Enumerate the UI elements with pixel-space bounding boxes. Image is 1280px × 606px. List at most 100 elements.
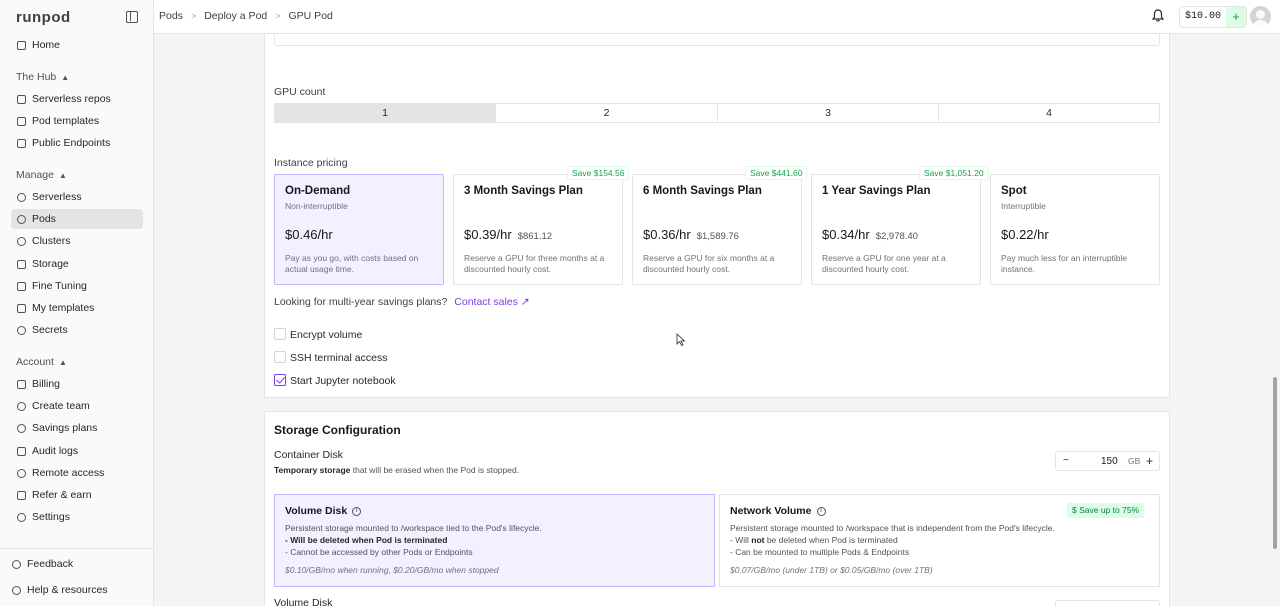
sidebar-item-my-templates[interactable]: My templates — [11, 298, 143, 318]
volume-disk-card[interactable]: Volume Disk i Persistent storage mounted … — [274, 494, 715, 587]
sidebar-item-pod-templates[interactable]: Pod templates — [11, 111, 143, 131]
previous-field — [274, 34, 1160, 46]
breadcrumb-pods[interactable]: Pods — [159, 10, 183, 22]
breadcrumb: Pods > Deploy a Pod > GPU Pod — [159, 10, 333, 22]
encrypt-volume-label: Encrypt volume — [290, 329, 363, 341]
container-disk-stepper[interactable]: − 150 GB + — [1055, 451, 1160, 471]
chevron-up-icon: ▲ — [61, 72, 70, 82]
plan-title: Spot — [1001, 185, 1027, 197]
jupyter-label: Start Jupyter notebook — [290, 375, 396, 387]
sidebar-item-refer-earn[interactable]: Refer & earn — [11, 485, 143, 505]
volume-disk-title: Volume Disk — [285, 505, 348, 517]
runpod-logo[interactable]: runpod — [16, 9, 71, 26]
balance-widget[interactable]: $10.00 + — [1179, 6, 1248, 28]
remote-icon — [17, 468, 26, 478]
gpu-count-option-1[interactable]: 1 — [274, 103, 496, 123]
info-icon[interactable]: i — [816, 506, 826, 516]
plan-desc: Reserve a GPU for three months at a disc… — [464, 253, 605, 274]
sidebar-item-clusters[interactable]: Clusters — [11, 231, 143, 251]
chevron-right-icon: > — [275, 11, 281, 21]
plan-title: 6 Month Savings Plan — [643, 185, 762, 197]
container-disk-unit: GB — [1128, 456, 1141, 466]
info-icon[interactable]: i — [352, 506, 362, 516]
sidebar-footer — [0, 548, 154, 549]
storage-title: Storage Configuration — [274, 423, 401, 437]
plan-card-on-demand[interactable]: On-Demand Non-interruptible $0.46/hr Pay… — [274, 174, 444, 285]
sidebar-item-pods[interactable]: Pods — [11, 209, 143, 229]
gpu-count-option-2[interactable]: 2 — [495, 103, 718, 123]
help-link[interactable]: Help & resources — [6, 580, 138, 600]
plan-title: 3 Month Savings Plan — [464, 185, 583, 197]
ssh-access-checkbox[interactable] — [274, 351, 286, 363]
sidebar-item-public-endpoints[interactable]: Public Endpoints — [11, 133, 143, 153]
sidebar-item-savings-plans[interactable]: Savings plans — [11, 418, 143, 438]
plan-card-1-year[interactable]: 1 Year Savings Plan $0.34/hr $2,978.40 Re… — [811, 174, 981, 285]
sidebar-item-remote-access[interactable]: Remote access — [11, 463, 143, 483]
sidebar-item-serverless[interactable]: Serverless — [11, 187, 143, 207]
plan-desc: Pay as you go, with costs based on actua… — [285, 253, 419, 274]
section-account[interactable]: Account ▲ — [16, 356, 67, 368]
jupyter-checkbox[interactable] — [274, 374, 286, 386]
network-volume-title: Network Volume — [730, 505, 812, 517]
decrement-button[interactable]: − — [1063, 455, 1069, 466]
external-link-icon: ↗ — [520, 296, 530, 308]
cluster-icon — [17, 236, 26, 246]
multi-year-row: Looking for multi-year savings plans? Co… — [274, 296, 530, 308]
serverless-icon — [17, 192, 26, 202]
file-icon — [17, 303, 26, 313]
feedback-link[interactable]: Feedback — [6, 554, 138, 574]
section-manage[interactable]: Manage ▲ — [16, 169, 67, 181]
plan-card-6-month[interactable]: 6 Month Savings Plan $0.36/hr $1,589.76 R… — [632, 174, 802, 285]
increment-button[interactable]: + — [1146, 454, 1153, 468]
sidebar-item-home[interactable]: Home — [11, 35, 143, 55]
bell-icon[interactable] — [1152, 9, 1164, 22]
breadcrumb-deploy-pod[interactable]: Deploy a Pod — [204, 10, 267, 22]
scrollbar[interactable] — [1273, 377, 1277, 549]
section-the-hub[interactable]: The Hub ▲ — [16, 71, 69, 83]
savings-icon — [17, 423, 26, 433]
plan-total: $2,978.40 — [875, 231, 918, 242]
plan-price: $0.22/hr — [1001, 227, 1049, 242]
volume-disk-stepper[interactable] — [1055, 600, 1160, 606]
repo-icon — [17, 94, 26, 104]
plan-subtitle: Interruptible — [1001, 201, 1046, 211]
network-volume-desc: Persistent storage mounted to /workspace… — [730, 523, 1055, 533]
gift-icon — [17, 490, 26, 500]
sidebar-item-create-team[interactable]: Create team — [11, 396, 143, 416]
volume-disk-bullet-2: - Cannot be accessed by other Pods or En… — [285, 547, 473, 557]
plan-price: $0.46/hr — [285, 227, 333, 242]
volume-disk-bottom-label: Volume Disk — [274, 597, 333, 606]
plan-price: $0.39/hr $861.12 — [464, 227, 553, 242]
gpu-count-option-3[interactable]: 3 — [717, 103, 939, 123]
instance-pricing-label: Instance pricing — [274, 157, 348, 169]
encrypt-volume-checkbox[interactable] — [274, 328, 286, 340]
gpu-count-label: GPU count — [274, 86, 326, 98]
chevron-up-icon: ▲ — [58, 357, 67, 367]
user-plus-icon — [17, 401, 26, 411]
sidebar-item-settings[interactable]: Settings — [11, 507, 143, 527]
sidebar-item-storage[interactable]: Storage — [11, 254, 143, 274]
help-icon — [12, 585, 21, 595]
add-funds-button[interactable]: + — [1226, 7, 1247, 27]
plan-card-3-month[interactable]: 3 Month Savings Plan $0.39/hr $861.12 Res… — [453, 174, 623, 285]
avatar[interactable] — [1250, 6, 1271, 27]
sidebar-item-serverless-repos[interactable]: Serverless repos — [11, 89, 143, 109]
save-up-to-badge: $ Save up to 75% — [1067, 503, 1145, 518]
sidebar-item-fine-tuning[interactable]: Fine Tuning — [11, 276, 143, 296]
mouse-cursor-icon — [676, 333, 686, 347]
sidebar-item-audit-logs[interactable]: Audit logs — [11, 441, 143, 461]
save-badge-1-year: Save $1,051.20 — [919, 166, 989, 180]
sidebar-item-secrets[interactable]: Secrets — [11, 320, 143, 340]
plan-subtitle: Non-interruptible — [285, 201, 348, 211]
plan-card-spot[interactable]: Spot Interruptible $0.22/hr Pay much les… — [990, 174, 1160, 285]
volume-disk-desc: Persistent storage mounted to /workspace… — [285, 523, 542, 533]
sidebar-item-billing[interactable]: Billing — [11, 374, 143, 394]
home-icon — [17, 40, 26, 50]
sidebar: runpod Home The Hub ▲ Serverless repos Po… — [0, 0, 154, 606]
sidebar-collapse-icon[interactable] — [126, 11, 138, 23]
save-badge-6-month: Save $441.60 — [745, 166, 808, 180]
plan-title: 1 Year Savings Plan — [822, 185, 931, 197]
gpu-count-option-4[interactable]: 4 — [938, 103, 1160, 123]
contact-sales-link[interactable]: Contact sales ↗ — [454, 296, 529, 308]
container-disk-value[interactable]: 150 — [1101, 456, 1118, 467]
